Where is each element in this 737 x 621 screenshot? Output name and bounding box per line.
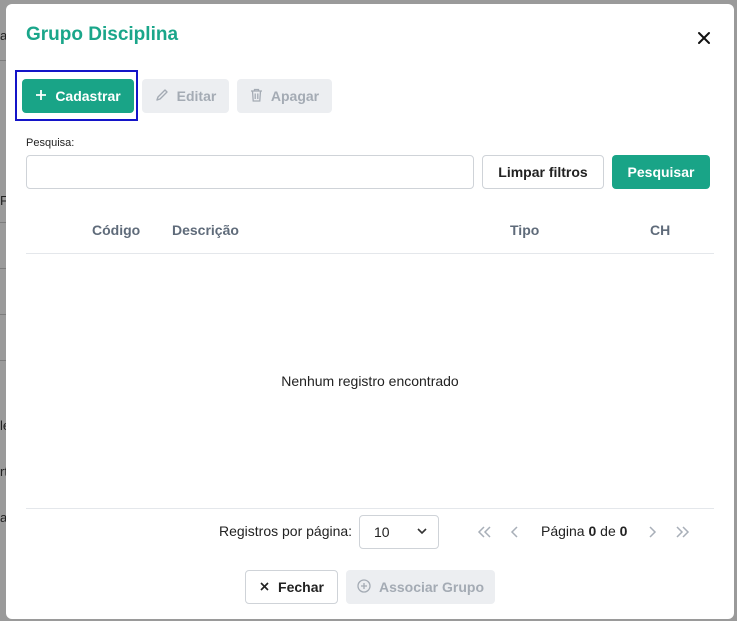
page-info: Página 0 de 0: [541, 523, 627, 539]
page-prefix: Página: [541, 523, 585, 539]
double-chevron-left-icon[interactable]: [474, 522, 494, 542]
associate-group-label: Associar Grupo: [378, 579, 485, 595]
search-button[interactable]: Pesquisar: [612, 155, 710, 189]
table-footer-divider: [26, 508, 714, 509]
edit-button-label: Editar: [176, 88, 217, 104]
pencil-icon: [155, 88, 169, 105]
clear-filters-label: Limpar filtros: [498, 164, 588, 180]
plus-circle-icon: [357, 578, 371, 596]
plus-icon: [35, 88, 47, 104]
edit-button[interactable]: Editar: [142, 79, 229, 113]
close-icon[interactable]: [694, 28, 714, 48]
close-button[interactable]: Fechar: [245, 570, 338, 604]
search-input[interactable]: [26, 155, 474, 189]
search-button-label: Pesquisar: [627, 164, 695, 180]
page-of-label: de: [600, 523, 616, 539]
chevron-down-icon: [416, 524, 428, 540]
column-header-ch[interactable]: CH: [650, 222, 670, 238]
search-label: Pesquisa:: [26, 137, 75, 149]
column-header-descricao[interactable]: Descrição: [172, 222, 239, 238]
chevron-left-icon[interactable]: [505, 522, 525, 542]
create-button-label: Cadastrar: [55, 88, 121, 104]
modal-title: Grupo Disciplina: [26, 24, 179, 45]
trash-icon: [250, 88, 263, 105]
create-button[interactable]: Cadastrar: [22, 79, 134, 113]
current-page: 0: [588, 523, 597, 539]
chevron-right-icon[interactable]: [642, 522, 662, 542]
close-button-icon: [259, 579, 270, 595]
associate-group-button[interactable]: Associar Grupo: [346, 570, 495, 604]
double-chevron-right-icon[interactable]: [673, 522, 693, 542]
delete-button[interactable]: Apagar: [237, 79, 332, 113]
table-header-divider: [26, 253, 714, 254]
column-header-tipo[interactable]: Tipo: [510, 222, 539, 238]
close-button-label: Fechar: [278, 579, 324, 595]
column-header-codigo[interactable]: Código: [92, 222, 140, 238]
rows-per-page-label: Registros por página:: [219, 523, 353, 539]
rows-per-page-select[interactable]: 10: [359, 515, 439, 549]
grupo-disciplina-modal: Grupo Disciplina Cadastrar Editar Apagar…: [6, 4, 734, 619]
rows-per-page-value: 10: [374, 524, 390, 540]
empty-message: Nenhum registro encontrado: [281, 373, 459, 389]
clear-filters-button[interactable]: Limpar filtros: [482, 155, 604, 189]
total-pages: 0: [619, 523, 628, 539]
delete-button-label: Apagar: [270, 88, 320, 104]
